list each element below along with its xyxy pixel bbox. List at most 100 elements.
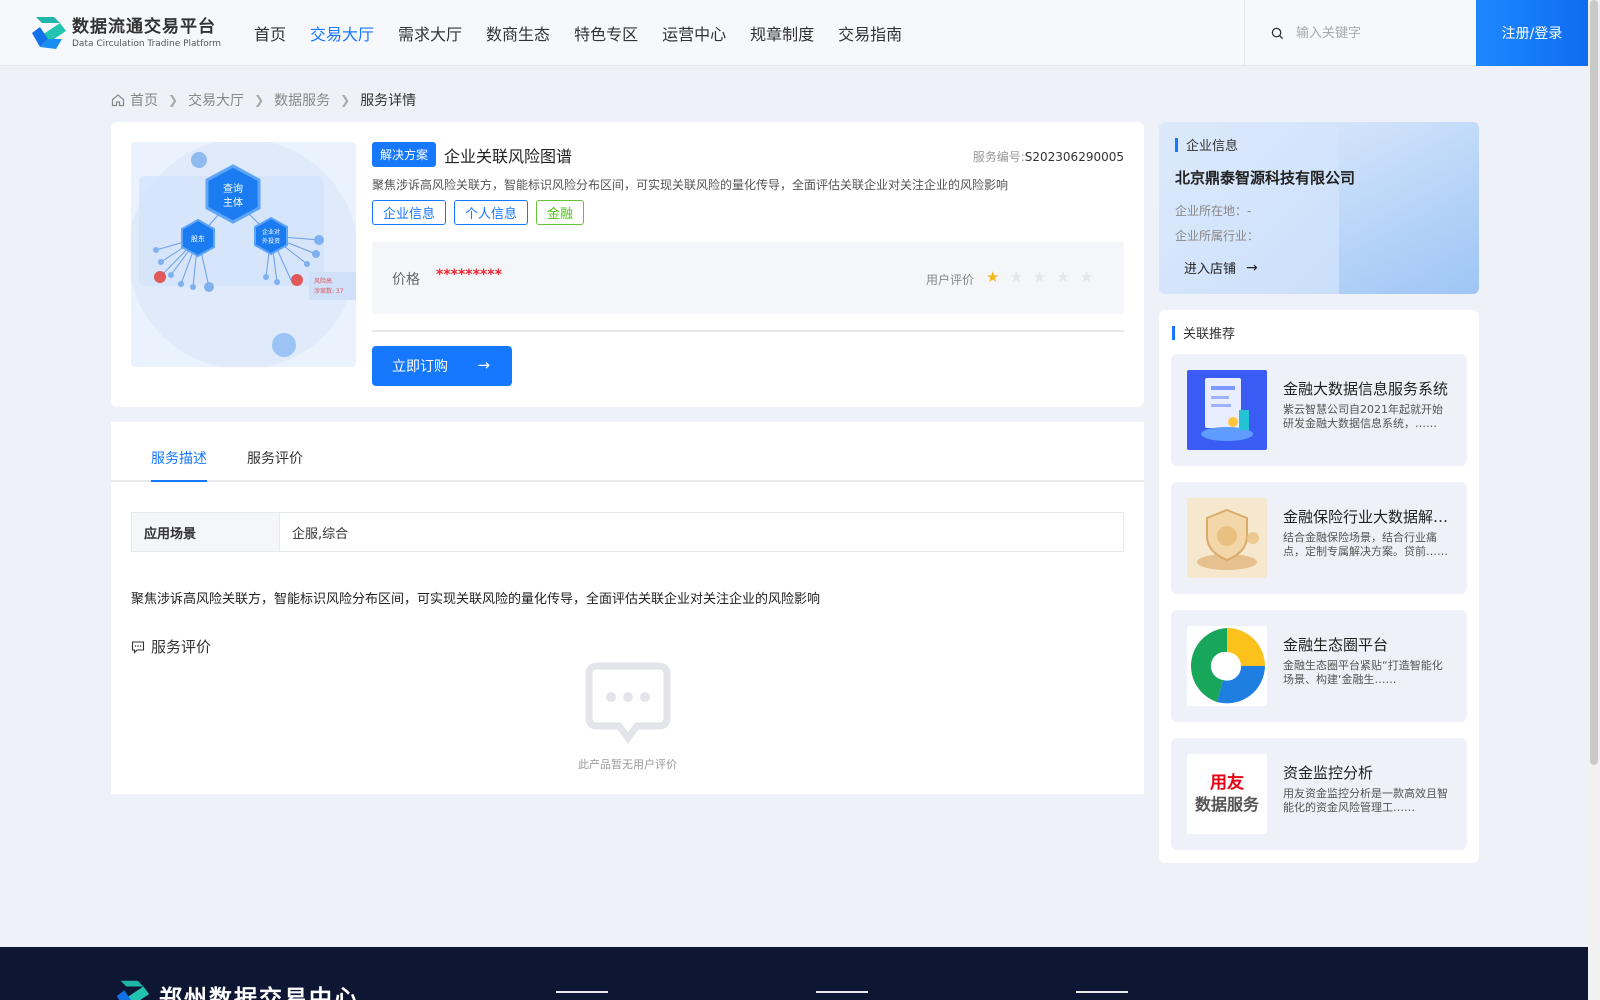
company-industry: 企业所属行业：: [1175, 229, 1260, 243]
buy-now-button[interactable]: 立即订购 →: [372, 346, 512, 386]
scene-value: 企服,综合: [292, 526, 349, 542]
comment-icon: [131, 640, 145, 654]
recommend-item[interactable]: 金融生态圈平台 金融生态圈平台紧贴“打造智能化场景、构建‘金融生……: [1171, 610, 1467, 722]
chevron-right-icon: ❯: [254, 93, 265, 107]
graph-right-label-line2: 外投资: [262, 237, 280, 245]
recommend-title: 金融保险行业大数据解决方案: [1283, 508, 1451, 526]
recommend-section-title: 关联推荐: [1172, 323, 1235, 342]
company-info-card: 企业信息 北京鼎泰智源科技有限公司 企业所在地：- 企业所属行业： 进入店铺 →: [1159, 122, 1479, 294]
detail-content: 服务描述 服务评价 应用场景 企服,综合 聚焦涉诉高风险关联方，智能标识风险分布…: [111, 422, 1144, 794]
card-decoration: [1339, 122, 1479, 294]
platform-logo[interactable]: 数据流通交易平台 Data Circulation Tradine Platfo…: [28, 13, 228, 53]
enter-shop-label: 进入店铺: [1184, 262, 1237, 277]
graph-risk-label-line1: 风险高: [314, 277, 332, 285]
breadcrumb-trading-hall[interactable]: 交易大厅: [188, 90, 244, 110]
arrow-right-icon: →: [477, 356, 490, 374]
chevron-right-icon: ❯: [168, 93, 179, 107]
rating-stars[interactable]: ★ ★ ★ ★ ★: [986, 268, 1103, 286]
company-name: 北京鼎泰智源科技有限公司: [1175, 169, 1356, 187]
nav-guide[interactable]: 交易指南: [838, 21, 902, 45]
company-section-title: 企业信息: [1175, 135, 1238, 154]
page-scrollbar[interactable]: [1588, 0, 1600, 1000]
review-heading: 服务评价: [131, 636, 211, 657]
rating-label: 用户评价: [926, 273, 975, 287]
graph-center-label-line2: 主体: [223, 197, 243, 209]
recommend-item[interactable]: 金融保险行业大数据解决方案 结合金融保险场景，结合行业痛点，定制专属解决方案。贷…: [1171, 482, 1467, 594]
arrow-right-icon: →: [1246, 259, 1258, 276]
recommend-desc: 金融生态圈平台紧贴“打造智能化场景、构建‘金融生……: [1283, 659, 1443, 686]
service-number-label: 服务编号:: [972, 150, 1025, 164]
nav-trading-hall[interactable]: 交易大厅: [310, 21, 374, 45]
recommend-section-label: 关联推荐: [1183, 327, 1236, 342]
breadcrumb-home[interactable]: 首页: [130, 90, 158, 110]
graph-center-label-line1: 查询: [223, 182, 243, 195]
page-footer: 郑州数据交易中心: [0, 947, 1588, 1000]
recommend-thumbnail: 用友 数据服务: [1187, 754, 1267, 834]
main-nav: 首页 交易大厅 需求大厅 数商生态 特色专区 运营中心 规章制度 交易指南: [254, 21, 926, 45]
breadcrumb: 首页 ❯ 交易大厅 ❯ 数据服务 ❯ 服务详情: [111, 90, 416, 110]
empty-review-text: 此产品暂无用户评价: [578, 758, 677, 771]
nav-home[interactable]: 首页: [254, 21, 286, 45]
product-title: 企业关联风险图谱: [444, 146, 573, 166]
detail-tabs: 服务描述 服务评价: [111, 422, 1144, 482]
recommend-item[interactable]: 金融大数据信息服务系统 紫云智慧公司自2021年起就开始研发金融大数据信息系统，…: [1171, 354, 1467, 466]
tag-personal-info[interactable]: 个人信息: [454, 200, 529, 225]
footer-column-heading: [816, 991, 868, 999]
recommend-thumbnail: [1187, 626, 1267, 706]
enter-shop-link[interactable]: 进入店铺 →: [1184, 258, 1258, 278]
product-card: 查询 主体 股东 企业对 外投资 风险高 涉案数: 37 解决方案 企业关联风险…: [111, 122, 1144, 407]
recommend-item[interactable]: 用友 数据服务 资金监控分析 用友资金监控分析是一款高效且智能化的资金风险管理工…: [1171, 738, 1467, 850]
price-label: 价格: [392, 272, 420, 288]
recommend-desc: 用友资金监控分析是一款高效且智能化的资金风险管理工……: [1283, 787, 1448, 814]
star-icon[interactable]: ★: [986, 268, 999, 286]
recommend-thumbnail: [1187, 370, 1267, 450]
tab-service-review[interactable]: 服务评价: [247, 422, 303, 482]
buy-now-label: 立即订购: [392, 359, 448, 375]
tag-finance[interactable]: 金融: [536, 200, 585, 225]
search-icon: [1271, 27, 1284, 39]
logo-subtitle: Data Circulation Tradine Platform: [72, 38, 222, 49]
star-icon[interactable]: ★: [1009, 268, 1022, 286]
nav-demand-hall[interactable]: 需求大厅: [398, 21, 462, 45]
empty-comment-icon: [585, 662, 671, 744]
nav-rules[interactable]: 规章制度: [750, 21, 814, 45]
home-icon: [111, 94, 125, 107]
ecosystem-logo-illustration: [1187, 626, 1267, 706]
service-number: 服务编号:S202306290005: [973, 148, 1124, 165]
login-register-button[interactable]: 注册/登录: [1476, 0, 1588, 66]
graph-right-label-line1: 企业对: [262, 228, 280, 236]
nav-featured[interactable]: 特色专区: [574, 21, 638, 45]
product-description: 聚焦涉诉高风险关联方，智能标识风险分布区间，可实现关联风险的量化传导，全面评估关…: [372, 178, 1009, 192]
scene-table: 应用场景 企服,综合: [131, 512, 1124, 552]
star-icon[interactable]: ★: [1033, 268, 1046, 286]
search-input[interactable]: [1296, 25, 1466, 41]
yonyou-logo-line2: 数据服务: [1194, 795, 1259, 814]
chevron-right-icon: ❯: [340, 93, 351, 107]
product-type-badge: 解决方案: [372, 142, 437, 167]
recommend-thumbnail: [1187, 498, 1267, 578]
tab-service-description[interactable]: 服务描述: [151, 422, 207, 482]
graph-risk-label-line2: 涉案数: 37: [314, 287, 344, 295]
related-recommendations: 关联推荐 金融大数据信息服务系统 紫云智慧公司自2021年起就开始研发金融大数据…: [1159, 310, 1479, 863]
footer-column-heading: [556, 991, 608, 999]
breadcrumb-data-service[interactable]: 数据服务: [274, 90, 330, 110]
breadcrumb-current: 服务详情: [360, 93, 417, 109]
nav-ecosystem[interactable]: 数商生态: [486, 21, 550, 45]
recommend-title: 金融大数据信息服务系统: [1283, 380, 1449, 398]
recommend-desc: 紫云智慧公司自2021年起就开始研发金融大数据信息系统，……: [1283, 403, 1443, 430]
tag-company-info[interactable]: 企业信息: [372, 200, 447, 225]
review-title: 服务评价: [151, 638, 212, 656]
service-description-text: 聚焦涉诉高风险关联方，智能标识风险分布区间，可实现关联风险的量化传导，全面评估关…: [131, 592, 821, 607]
product-title-row: 解决方案 企业关联风险图谱: [372, 142, 572, 167]
scrollbar-thumb[interactable]: [1590, 0, 1598, 765]
footer-column-heading: [1076, 991, 1128, 999]
logo-title: 数据流通交易平台: [72, 16, 216, 37]
product-image: 查询 主体 股东 企业对 外投资 风险高 涉案数: 37: [131, 142, 356, 367]
nav-operations[interactable]: 运营中心: [662, 21, 726, 45]
recommend-title: 金融生态圈平台: [1283, 636, 1389, 654]
graph-left-label: 股东: [191, 234, 205, 243]
star-icon[interactable]: ★: [1080, 268, 1093, 286]
star-icon[interactable]: ★: [1056, 268, 1069, 286]
data-dashboard-illustration: [1187, 370, 1267, 450]
company-section-label: 企业信息: [1186, 139, 1239, 154]
